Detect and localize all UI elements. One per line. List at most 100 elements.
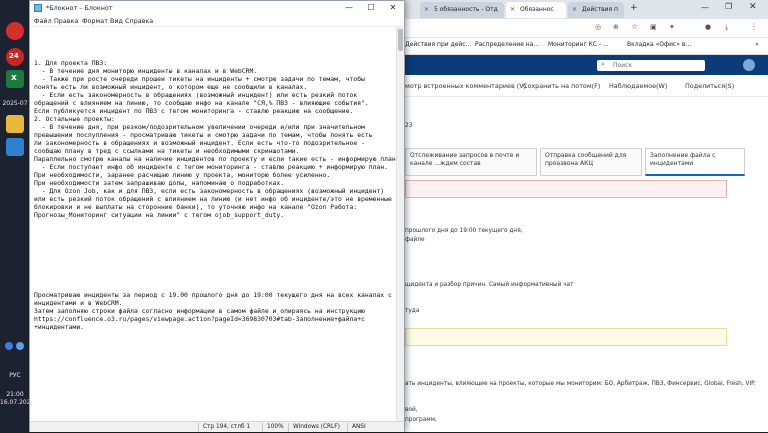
menu-bar: Файл Правка Формат Вид Справка <box>30 15 404 27</box>
confluence-header <box>405 55 768 75</box>
maximize-button[interactable]: ☐ <box>360 1 382 15</box>
close-button[interactable]: ✕ <box>382 1 404 15</box>
menu-help[interactable]: Справка <box>125 15 153 27</box>
share-button[interactable]: Поделиться(S) <box>685 82 734 90</box>
address-bar[interactable]: ◎ ⊕ ☆ ▣ ✦ ● ⤓ ⋮ <box>405 19 768 38</box>
body-text: файле <box>405 237 425 243</box>
page-tab[interactable]: Отслеживание запросов в почте и канале .… <box>405 148 537 176</box>
note-panel <box>405 328 727 346</box>
extensions-icon[interactable]: ▣ <box>650 23 657 31</box>
opera-icon[interactable] <box>6 22 24 40</box>
folder-icon[interactable] <box>6 115 24 133</box>
menu-format[interactable]: Формат <box>82 15 108 27</box>
save-for-later-button[interactable]: Сохранить на потом(F) <box>523 82 600 90</box>
body-text: программ, <box>405 417 437 423</box>
text-line: - Если поступает инфо об инциденте с тег… <box>34 163 388 171</box>
search-input[interactable]: Поиск <box>597 60 705 71</box>
text-line: Если публикуется инцидент по ПВЗ с тегом… <box>34 107 354 115</box>
minimize-icon[interactable]: — <box>701 3 709 12</box>
bookmark[interactable]: Действия при дейс... <box>405 41 471 48</box>
watch-button[interactable]: Наблюдаемое(W) <box>609 82 667 90</box>
text-line: Просматриваю инциденты за период с 19.00… <box>34 291 392 299</box>
body-text: вой, <box>405 407 418 413</box>
text-line: - В течение дня, при резком/подозрительн… <box>34 123 365 131</box>
text-line: Затем заполняю строки файла согласно инф… <box>34 307 365 315</box>
text-line: блокировки и не выплаты на сторонние бан… <box>34 203 358 211</box>
text-line: сообщаю плану в тред с ссылками на тикет… <box>34 147 300 155</box>
browser-tab-bar: ✕ 5 обязанность - Отд ✕ Обязаннос ✕ Действи… <box>405 0 768 19</box>
text-line: обращений с влиянием на линию, то сообща… <box>34 99 369 107</box>
taskbar: 24 x 2025-07 РУС 21:00 16.07.2025 <box>0 0 34 432</box>
tray-icon-a[interactable] <box>5 342 13 350</box>
text-line: При необходимости затем запрашиваю допы,… <box>34 179 285 187</box>
text-line: При необходимости, заранее расчищаю лини… <box>34 171 331 179</box>
tab-favicon-icon: ✕ <box>510 6 516 13</box>
line-ending: Windows (CRLF) <box>293 424 340 430</box>
text-line: +инцидентами. <box>34 323 85 331</box>
text-line: Параллельно смотрю каналы на наличие инц… <box>34 155 400 163</box>
menu-icon[interactable]: ⋮ <box>750 22 758 31</box>
menu-file[interactable]: Файл <box>34 15 52 27</box>
clock-time[interactable]: 21:00 <box>0 391 30 398</box>
chat-app-icon[interactable]: 24 <box>6 48 24 66</box>
bookmark[interactable]: Вкладка «Офис» в... <box>627 41 691 48</box>
vertical-scrollbar[interactable] <box>396 27 404 421</box>
clock-date[interactable]: 16.07.2025 <box>0 399 34 406</box>
zoom-icon[interactable]: ⊕ <box>613 23 619 31</box>
page-counter: 23 <box>405 123 413 129</box>
close-icon[interactable]: ✕ <box>749 2 757 12</box>
page-tab-active[interactable]: Заполнение файла с инцидентами <box>645 148 745 176</box>
text-line: Прогнозы_Мониторинг ситуации на линии" с… <box>34 211 285 219</box>
profile-icon[interactable]: ● <box>705 23 711 31</box>
text-line: - Если есть закономерность в обращениях … <box>34 91 358 99</box>
text-editor[interactable]: 1. Для проекта ПВЗ: - В течение дня мони… <box>34 59 400 419</box>
tray-icon-b[interactable] <box>16 342 24 350</box>
tab-favicon-icon: ✕ <box>572 6 578 13</box>
text-line: 1. Для проекта ПВЗ: <box>34 59 108 67</box>
text-line: понять есть ли возможный инцидент, о кот… <box>34 83 308 91</box>
text-line: ли закономерность в обращениях и возможн… <box>34 139 365 147</box>
text-line: - В течение дня мониторю инциденты в кан… <box>34 67 258 75</box>
taskbar-date-short: 2025-07 <box>2 100 28 107</box>
browser-window: ✕ 5 обязанность - Отд ✕ Обязаннос ✕ Действи… <box>405 0 768 432</box>
excel-icon[interactable]: x <box>6 70 24 88</box>
input-language[interactable]: РУС <box>0 372 30 379</box>
text-line: - Для Ozon Job, как и для ПВЗ, если есть… <box>34 187 385 195</box>
menu-edit[interactable]: Правка <box>54 15 78 27</box>
menu-view[interactable]: Вид <box>110 15 123 27</box>
search-icon: ⌕ <box>601 60 605 68</box>
minimize-button[interactable]: — <box>338 1 360 15</box>
body-text: ать инциденты, влияющие на проекты, кото… <box>405 381 756 387</box>
star-icon[interactable]: ☆ <box>631 22 638 31</box>
browser-tab[interactable]: ✕ Действия п <box>568 2 624 18</box>
text-line: или есть резкий поток обращений с влияни… <box>34 195 392 203</box>
scrollbar-thumb[interactable] <box>398 29 403 51</box>
browser-tab[interactable]: ✕ 5 обязанность - Отд <box>420 2 504 18</box>
download-icon[interactable]: ⤓ <box>725 23 728 32</box>
bookmark[interactable]: Мониторинг КС - ... <box>548 41 609 48</box>
browser-tab-active[interactable]: ✕ Обязаннос <box>506 2 566 18</box>
notepad-window: *Блокнот – Блокнот — ☐ ✕ Файл Правка Фор… <box>29 0 405 432</box>
body-text: прошлого дня до 19:00 текущего дня, <box>405 228 523 234</box>
notepad-app-icon[interactable] <box>6 138 24 156</box>
puzzle-icon[interactable]: ✦ <box>669 23 675 31</box>
toolbar-comments[interactable]: мотр встроенных комментариев (V) <box>405 82 526 90</box>
more-bookmarks-icon[interactable]: » <box>755 41 759 48</box>
cursor-position: Стр 194, стлб 1 <box>203 424 251 430</box>
text-line: https://confluence.o3.ru/pages/viewpage.… <box>34 315 365 323</box>
body-text: щидента и разбор причин. Самый информати… <box>405 282 574 288</box>
maximize-icon[interactable]: ❐ <box>725 2 732 11</box>
new-tab-icon[interactable]: + <box>630 3 638 13</box>
text-line: инцидентами и в WebCRM. <box>34 299 123 307</box>
text-line: 2. Остальные проекты: <box>34 115 115 123</box>
page-tab[interactable]: Отправка сообщений для проазвона АКЦ <box>540 148 642 176</box>
bookmark[interactable]: Распределение на... <box>475 41 539 48</box>
avatar[interactable] <box>743 59 755 71</box>
status-bar: Стр 194, стлб 1 100% Windows (CRLF) ANSI <box>30 421 404 432</box>
text-line: превышении послупления - просматриваю ти… <box>34 131 373 139</box>
zoom-level: 100% <box>267 424 284 430</box>
notification-badge: 24 <box>9 52 19 60</box>
body-text: туда <box>405 308 420 314</box>
error-panel <box>405 180 727 198</box>
camera-icon[interactable]: ◎ <box>595 23 601 31</box>
